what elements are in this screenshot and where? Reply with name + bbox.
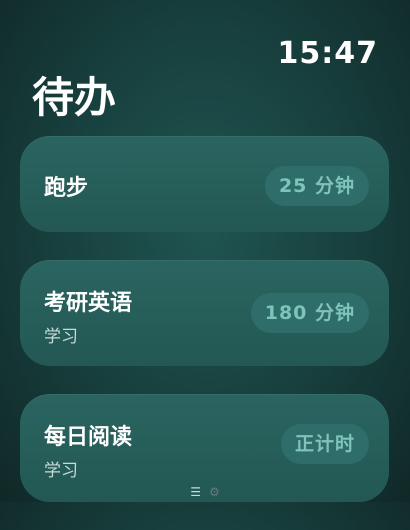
page-title: 待办	[32, 73, 117, 122]
task-category: 学习	[44, 327, 78, 347]
gear-icon[interactable]: ⚙	[209, 486, 220, 498]
task-name: 每日阅读	[44, 425, 133, 450]
task-name: 跑步	[44, 176, 89, 201]
list-icon[interactable]: ☰	[190, 486, 201, 498]
status-time: 15:47	[277, 36, 378, 71]
task-card-running[interactable]: 跑步 25 分钟	[20, 136, 389, 232]
page-indicator[interactable]: ☰ ⚙	[0, 486, 410, 498]
task-card-english[interactable]: 考研英语 学习 180 分钟	[20, 260, 389, 366]
task-category: 学习	[44, 461, 78, 481]
duration-badge[interactable]: 25 分钟	[264, 166, 369, 206]
task-list: 跑步 25 分钟 考研英语 学习 180 分钟 每日阅读 学习 正计时	[20, 136, 389, 530]
duration-badge[interactable]: 正计时	[280, 424, 369, 464]
task-name: 考研英语	[44, 291, 133, 316]
screen: 15:47 待办 跑步 25 分钟 考研英语 学习 180 分钟 每日阅读 学习…	[0, 0, 410, 502]
duration-badge[interactable]: 180 分钟	[250, 293, 369, 333]
